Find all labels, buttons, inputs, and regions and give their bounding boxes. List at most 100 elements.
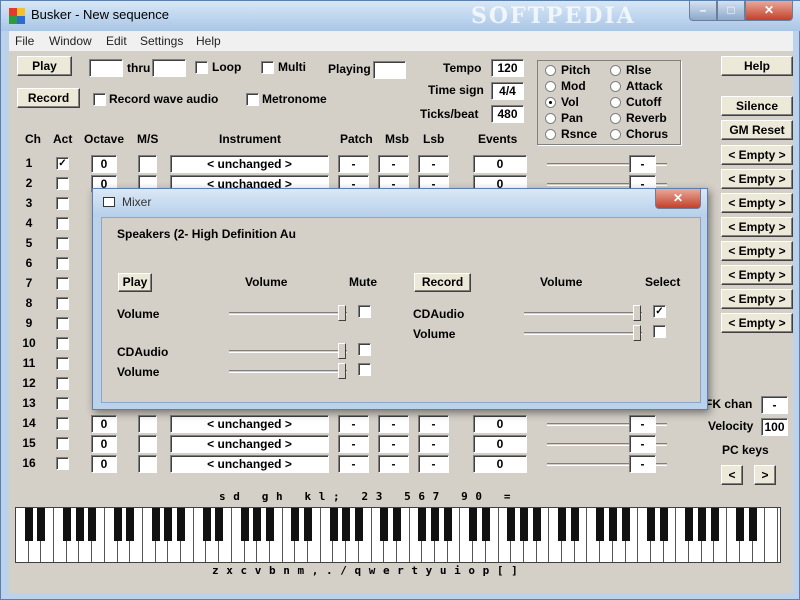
channel-active-checkbox[interactable]	[56, 257, 69, 270]
piano-black-key[interactable]	[151, 508, 160, 541]
controller-radio-rsnce[interactable]	[545, 129, 556, 140]
piano-black-key[interactable]	[685, 508, 694, 541]
piano-black-key[interactable]	[481, 508, 490, 541]
channel-instrument-field[interactable]: < unchanged >	[170, 155, 329, 173]
piano-black-key[interactable]	[532, 508, 541, 541]
minimize-button[interactable]: –	[689, 1, 717, 21]
menu-window[interactable]: Window	[49, 34, 92, 48]
piano-black-key[interactable]	[520, 508, 528, 541]
piano-black-key[interactable]	[88, 508, 97, 541]
channel-lsb-field[interactable]: -	[418, 455, 449, 473]
channel-ms-field[interactable]	[138, 435, 157, 453]
play-from-field[interactable]	[89, 59, 123, 77]
piano-black-key[interactable]	[240, 508, 249, 541]
piano-black-key[interactable]	[393, 508, 401, 541]
channel-patch-field[interactable]: -	[338, 415, 369, 433]
piano-black-key[interactable]	[558, 508, 567, 541]
piano-black-key[interactable]	[266, 508, 274, 541]
controller-radio-rlse[interactable]	[610, 65, 621, 76]
channel-ms-field[interactable]	[138, 455, 157, 473]
controller-radio-pitch[interactable]	[545, 65, 556, 76]
piano-black-key[interactable]	[329, 508, 338, 541]
channel-octave-field[interactable]: 0	[91, 155, 117, 173]
pc-next-button[interactable]: >	[754, 465, 776, 485]
channel-msb-field[interactable]: -	[378, 155, 409, 173]
channel-octave-field[interactable]: 0	[91, 435, 117, 453]
piano-black-key[interactable]	[621, 508, 630, 541]
channel-active-checkbox[interactable]	[56, 317, 69, 330]
mixer-record-volume-slider[interactable]	[524, 312, 642, 315]
channel-active-checkbox[interactable]	[56, 277, 69, 290]
gm-reset-button[interactable]: GM Reset	[721, 120, 793, 140]
preset-button-6[interactable]: < Empty >	[721, 265, 793, 285]
preset-button-2[interactable]: < Empty >	[721, 169, 793, 189]
channel-active-checkbox[interactable]	[56, 297, 69, 310]
channel-msb-field[interactable]: -	[378, 415, 409, 433]
mixer-play-volume-thumb[interactable]	[338, 343, 346, 359]
piano-black-key[interactable]	[380, 508, 389, 541]
piano-black-key[interactable]	[62, 508, 71, 541]
multi-checkbox[interactable]	[261, 61, 274, 74]
channel-events-field[interactable]: 0	[473, 455, 527, 473]
mixer-record-volume-thumb[interactable]	[633, 325, 641, 341]
controller-radio-chorus[interactable]	[610, 129, 621, 140]
help-button[interactable]: Help	[721, 56, 793, 76]
channel-active-checkbox[interactable]	[56, 437, 69, 450]
piano-black-key[interactable]	[697, 508, 706, 541]
channel-active-checkbox[interactable]	[56, 217, 69, 230]
piano-black-key[interactable]	[431, 508, 440, 541]
channel-octave-field[interactable]: 0	[91, 455, 117, 473]
piano-black-key[interactable]	[443, 508, 452, 541]
channel-patch-field[interactable]: -	[338, 155, 369, 173]
piano-black-key[interactable]	[659, 508, 668, 541]
piano-black-key[interactable]	[164, 508, 173, 541]
channel-msb-field[interactable]: -	[378, 435, 409, 453]
piano-black-key[interactable]	[469, 508, 478, 541]
loop-checkbox[interactable]	[195, 61, 208, 74]
piano-black-key[interactable]	[291, 508, 300, 541]
channel-active-checkbox[interactable]	[56, 377, 69, 390]
preset-button-7[interactable]: < Empty >	[721, 289, 793, 309]
piano-black-key[interactable]	[647, 508, 655, 541]
mixer-select-checkbox[interactable]	[653, 325, 666, 338]
channel-active-checkbox[interactable]	[56, 177, 69, 190]
preset-button-8[interactable]: < Empty >	[721, 313, 793, 333]
velocity-field[interactable]: 100	[761, 418, 788, 436]
piano-black-key[interactable]	[177, 508, 186, 541]
record-button[interactable]: Record	[17, 88, 80, 108]
menu-file[interactable]: File	[15, 34, 34, 48]
metronome-checkbox[interactable]	[246, 93, 259, 106]
channel-active-checkbox[interactable]	[56, 337, 69, 350]
channel-instrument-field[interactable]: < unchanged >	[170, 435, 329, 453]
piano-black-key[interactable]	[24, 508, 33, 541]
mixer-mute-checkbox[interactable]	[358, 305, 371, 318]
channel-active-checkbox[interactable]: ✓	[56, 157, 69, 170]
piano-black-key[interactable]	[253, 508, 262, 541]
channel-octave-field[interactable]: 0	[91, 415, 117, 433]
channel-events-field[interactable]: 0	[473, 415, 527, 433]
mixer-record-volume-thumb[interactable]	[633, 305, 641, 321]
piano-black-key[interactable]	[354, 508, 363, 541]
controller-radio-mod[interactable]	[545, 81, 556, 92]
piano-black-key[interactable]	[304, 508, 313, 541]
piano-black-key[interactable]	[342, 508, 351, 541]
channel-active-checkbox[interactable]	[56, 457, 69, 470]
piano-white-key[interactable]	[765, 508, 778, 562]
channel-lsb-field[interactable]: -	[418, 155, 449, 173]
piano-black-key[interactable]	[126, 508, 135, 541]
ticks-field[interactable]: 480	[491, 105, 524, 123]
controller-radio-attack[interactable]	[610, 81, 621, 92]
menu-edit[interactable]: Edit	[106, 34, 127, 48]
controller-radio-vol[interactable]	[545, 97, 556, 108]
channel-active-checkbox[interactable]	[56, 397, 69, 410]
mixer-play-volume-slider[interactable]	[229, 350, 347, 353]
piano-black-key[interactable]	[202, 508, 211, 541]
piano-black-key[interactable]	[735, 508, 744, 541]
maximize-button[interactable]: □	[717, 1, 745, 21]
channel-ms-field[interactable]	[138, 155, 157, 173]
piano-black-key[interactable]	[570, 508, 579, 541]
mixer-mute-checkbox[interactable]	[358, 363, 371, 376]
piano-black-key[interactable]	[710, 508, 719, 541]
menu-settings[interactable]: Settings	[140, 34, 183, 48]
mixer-close-button[interactable]: ✕	[655, 189, 701, 209]
